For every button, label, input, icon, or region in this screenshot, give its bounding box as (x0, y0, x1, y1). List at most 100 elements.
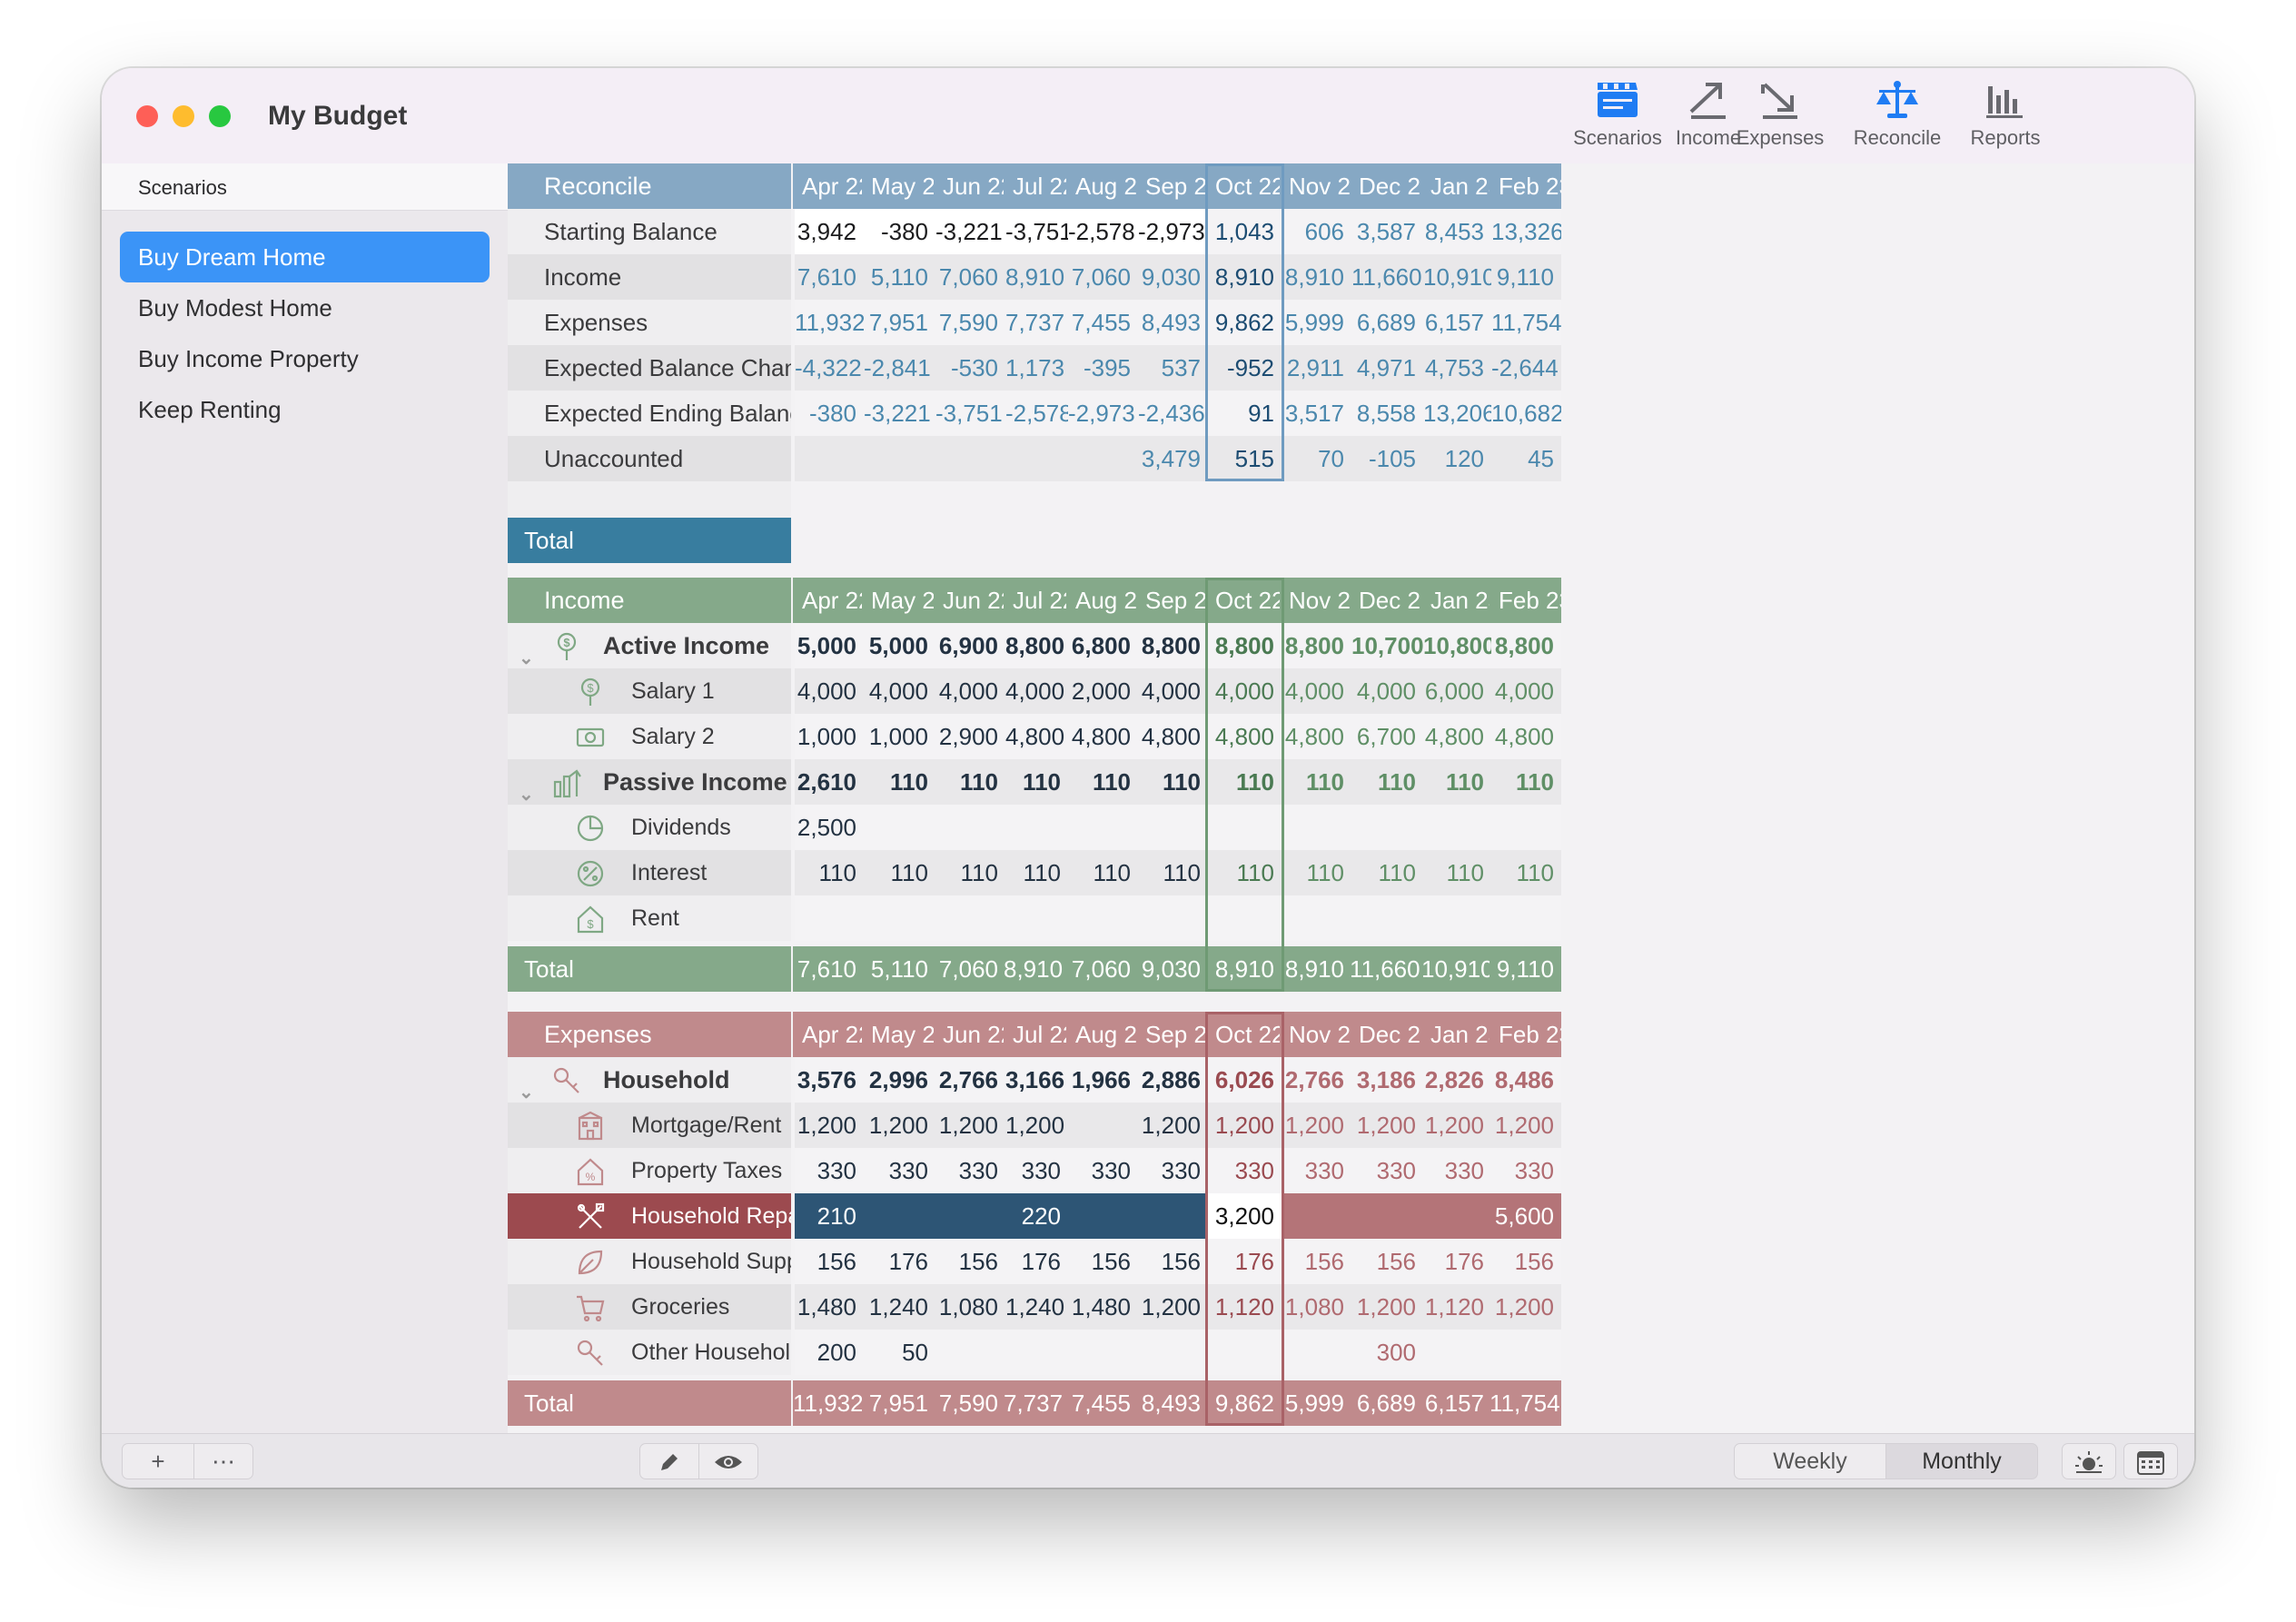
income-cell[interactable]: 110 (1138, 759, 1208, 805)
expenses-cell[interactable]: 330 (1423, 1148, 1491, 1193)
expenses-cell[interactable]: 156 (935, 1239, 1005, 1284)
expenses-cell[interactable]: 176 (1423, 1239, 1491, 1284)
reconcile-cell[interactable]: 11,754 (1491, 300, 1561, 345)
income-cell[interactable] (864, 895, 935, 941)
reconcile-cell[interactable]: -2,644 (1491, 345, 1561, 391)
income-cell[interactable]: 110 (1423, 759, 1491, 805)
income-cell[interactable]: 8,800 (1208, 623, 1282, 668)
income-cell[interactable]: 110 (864, 759, 935, 805)
income-cell[interactable] (1282, 805, 1351, 850)
reconcile-cell[interactable]: 7,737 (1005, 300, 1068, 345)
income-cell[interactable]: 4,800 (1208, 714, 1282, 759)
income-cell[interactable]: 110 (1282, 759, 1351, 805)
reconcile-cell[interactable]: -3,751 (1005, 209, 1068, 254)
reconcile-cell[interactable]: 8,493 (1138, 300, 1208, 345)
income-cell[interactable] (1491, 895, 1561, 941)
reconcile-cell[interactable]: -530 (935, 345, 1005, 391)
expenses-cell[interactable]: 1,200 (935, 1103, 1005, 1148)
reconcile-cell[interactable]: -2,841 (864, 345, 935, 391)
income-cell[interactable]: 110 (1491, 850, 1561, 895)
reconcile-cell[interactable]: -105 (1351, 436, 1423, 481)
expenses-cell[interactable]: 1,200 (1351, 1284, 1423, 1330)
expenses-cell[interactable]: 3,166 (1005, 1057, 1068, 1103)
reconcile-cell[interactable]: 3,942 (795, 209, 864, 254)
income-cell[interactable]: 2,610 (795, 759, 864, 805)
expenses-cell[interactable]: 1,200 (1282, 1103, 1351, 1148)
reconcile-cell[interactable]: -395 (1068, 345, 1138, 391)
expenses-cell[interactable]: 330 (1282, 1148, 1351, 1193)
reconcile-cell[interactable]: -2,973 (1138, 209, 1208, 254)
income-row-label[interactable]: Salary 2 (508, 714, 791, 759)
expenses-cell[interactable]: 1,200 (1351, 1103, 1423, 1148)
expenses-row[interactable]: Household Supplies 156 176 156 176 156 156 176 1… (508, 1239, 2194, 1284)
reconcile-cell[interactable]: 8,910 (1208, 254, 1282, 300)
expenses-cell[interactable]: 330 (1138, 1148, 1208, 1193)
expenses-cell[interactable]: 330 (1208, 1148, 1282, 1193)
income-cell[interactable]: 110 (1208, 759, 1282, 805)
edit-button[interactable] (639, 1443, 699, 1479)
expenses-cell[interactable]: 1,080 (935, 1284, 1005, 1330)
expenses-cell[interactable] (1208, 1330, 1282, 1375)
income-cell[interactable] (1005, 895, 1068, 941)
income-cell[interactable]: 6,900 (935, 623, 1005, 668)
reconcile-cell[interactable]: 11,660 (1351, 254, 1423, 300)
expenses-row[interactable]: Household Repairs 210 220 3,200 5,600 (508, 1193, 2194, 1239)
income-cell[interactable]: 6,800 (1068, 623, 1138, 668)
zoom-window-button[interactable] (209, 105, 231, 127)
expenses-cell[interactable]: 1,200 (795, 1103, 864, 1148)
income-cell[interactable]: 110 (1351, 850, 1423, 895)
reconcile-cell[interactable]: -952 (1208, 345, 1282, 391)
scenario-item[interactable]: Buy Dream Home (120, 232, 490, 282)
expenses-cell[interactable]: 1,200 (1138, 1103, 1208, 1148)
monthly-view-tab[interactable]: Monthly (1885, 1443, 2038, 1479)
expenses-row-label[interactable]: ⌄ Household (508, 1057, 791, 1103)
expenses-cell[interactable] (1491, 1330, 1561, 1375)
expenses-cell[interactable]: 1,480 (1068, 1284, 1138, 1330)
expenses-cell[interactable]: 5,600 (1491, 1193, 1561, 1239)
income-row[interactable]: $ Rent (508, 895, 2194, 941)
expenses-row-label[interactable]: Groceries (508, 1284, 791, 1330)
reconcile-cell[interactable]: 8,910 (1005, 254, 1068, 300)
reconcile-cell[interactable]: 8,453 (1423, 209, 1491, 254)
reconcile-cell[interactable]: 7,951 (864, 300, 935, 345)
income-cell[interactable]: 4,000 (1351, 668, 1423, 714)
reconcile-cell[interactable] (1068, 436, 1138, 481)
income-cell[interactable] (1068, 805, 1138, 850)
reconcile-cell[interactable]: 13,326 (1491, 209, 1561, 254)
reconcile-cell[interactable]: 7,060 (1068, 254, 1138, 300)
income-row[interactable]: ⌄ $ Active Income 5,000 5,000 6,900 8,800 6,800… (508, 623, 2194, 668)
reconcile-cell[interactable]: 9,110 (1491, 254, 1561, 300)
income-cell[interactable]: 4,000 (935, 668, 1005, 714)
reconcile-cell[interactable]: -2,578 (1068, 209, 1138, 254)
expenses-cell[interactable] (935, 1330, 1005, 1375)
chevron-down-icon[interactable]: ⌄ (519, 1070, 534, 1103)
expenses-cell[interactable]: 6,026 (1208, 1057, 1282, 1103)
income-row[interactable]: $ Salary 1 4,000 4,000 4,000 4,000 2,000 4,000 4… (508, 668, 2194, 714)
expenses-cell[interactable] (1282, 1193, 1351, 1239)
income-cell[interactable]: 10,800 (1423, 623, 1491, 668)
reconcile-cell[interactable]: 10,682 (1491, 391, 1561, 436)
income-cell[interactable] (935, 895, 1005, 941)
reconcile-cell[interactable]: 7,590 (935, 300, 1005, 345)
weekly-view-tab[interactable]: Weekly (1734, 1443, 1886, 1479)
reconcile-cell[interactable]: 515 (1208, 436, 1282, 481)
income-cell[interactable]: 8,800 (1138, 623, 1208, 668)
expenses-cell[interactable]: 1,200 (1208, 1103, 1282, 1148)
expenses-cell[interactable]: 1,120 (1423, 1284, 1491, 1330)
expenses-cell[interactable]: 2,766 (935, 1057, 1005, 1103)
reconcile-cell[interactable] (795, 436, 864, 481)
reconcile-cell[interactable]: 6,689 (1351, 300, 1423, 345)
reconcile-cell[interactable]: 8,910 (1282, 254, 1351, 300)
income-cell[interactable] (1138, 895, 1208, 941)
reconcile-cell[interactable]: 1,043 (1208, 209, 1282, 254)
expenses-row[interactable]: Mortgage/Rent 1,200 1,200 1,200 1,200 1,200 1,… (508, 1103, 2194, 1148)
income-row[interactable]: Salary 2 1,000 1,000 2,900 4,800 4,800 4,800 4,… (508, 714, 2194, 759)
income-cell[interactable]: 110 (864, 850, 935, 895)
expenses-cell[interactable]: 3,576 (795, 1057, 864, 1103)
income-cell[interactable] (1351, 895, 1423, 941)
reconcile-cell[interactable]: 3,479 (1138, 436, 1208, 481)
expenses-cell[interactable]: 156 (1491, 1239, 1561, 1284)
reconcile-cell[interactable]: -2,973 (1068, 391, 1138, 436)
expenses-cell[interactable]: 156 (1068, 1239, 1138, 1284)
reconcile-cell[interactable]: 6,157 (1423, 300, 1491, 345)
